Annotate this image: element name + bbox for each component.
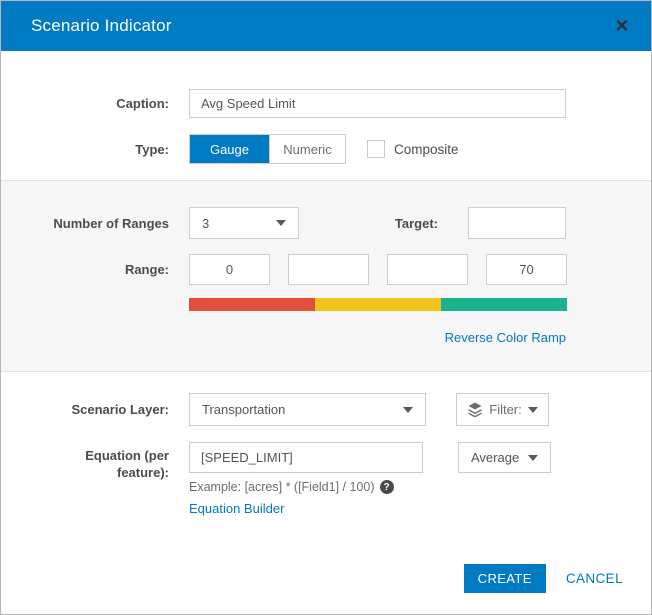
number-of-ranges-label: Number of Ranges: [1, 215, 179, 232]
filter-button[interactable]: Filter:: [456, 393, 549, 426]
help-icon[interactable]: ?: [380, 480, 394, 494]
create-button[interactable]: CREATE: [464, 564, 546, 593]
caption-label: Caption:: [1, 95, 179, 112]
equation-builder-link[interactable]: Equation Builder: [189, 501, 284, 516]
chevron-down-icon: [528, 455, 538, 461]
type-toggle: Gauge Numeric: [189, 134, 346, 164]
equation-row: Equation (per feature): Example: [acres]…: [1, 442, 651, 518]
number-of-ranges-value: 3: [202, 216, 209, 231]
scenario-layer-row: Scenario Layer: Transportation Filter:: [1, 393, 651, 426]
target-label: Target:: [299, 216, 438, 231]
cancel-button[interactable]: CANCEL: [566, 571, 623, 586]
range-input-1[interactable]: [189, 254, 270, 285]
ranges-panel: Number of Ranges 3 Target: Range:: [1, 180, 651, 372]
close-icon[interactable]: ✕: [615, 18, 629, 35]
chevron-down-icon: [528, 407, 538, 413]
number-of-ranges-dropdown[interactable]: 3: [189, 207, 299, 239]
composite-label: Composite: [394, 142, 459, 157]
chevron-down-icon: [403, 407, 413, 413]
range-input-4[interactable]: [486, 254, 567, 285]
scenario-layer-label: Scenario Layer:: [1, 401, 179, 418]
type-label: Type:: [1, 141, 179, 158]
equation-column: Example: [acres] * ([Field1] / 100) ? Eq…: [189, 442, 423, 518]
number-of-ranges-row: Number of Ranges 3 Target:: [1, 207, 651, 239]
type-row: Type: Gauge Numeric Composite: [1, 134, 651, 164]
caption-input[interactable]: [189, 89, 566, 118]
range-input-2[interactable]: [288, 254, 369, 285]
type-option-gauge[interactable]: Gauge: [190, 135, 269, 163]
dialog-body: Caption: Type: Gauge Numeric Composite N…: [1, 51, 651, 518]
aggregation-dropdown[interactable]: Average: [458, 442, 551, 473]
range-label: Range:: [1, 261, 179, 278]
equation-input[interactable]: [189, 442, 423, 473]
scenario-indicator-dialog: Scenario Indicator ✕ Caption: Type: Gaug…: [0, 0, 652, 615]
color-ramp-segment-red: [189, 298, 315, 311]
scenario-layer-dropdown[interactable]: Transportation: [189, 393, 426, 426]
layers-icon: [467, 402, 483, 417]
type-option-numeric[interactable]: Numeric: [269, 135, 345, 163]
dialog-header: Scenario Indicator ✕: [1, 1, 651, 51]
equation-label: Equation (per feature):: [1, 442, 179, 481]
caption-row: Caption:: [1, 89, 651, 118]
color-ramp-segment-yellow: [315, 298, 441, 311]
color-ramp[interactable]: [189, 298, 567, 311]
dialog-title: Scenario Indicator: [1, 16, 172, 36]
color-ramp-segment-green: [441, 298, 567, 311]
equation-example: Example: [acres] * ([Field1] / 100) ?: [189, 480, 423, 494]
reverse-color-ramp-link[interactable]: Reverse Color Ramp: [445, 330, 566, 345]
dialog-footer: CREATE CANCEL: [464, 564, 623, 593]
filter-button-label: Filter:: [489, 402, 522, 417]
chevron-down-icon: [276, 220, 286, 226]
range-row: Range:: [1, 254, 651, 285]
composite-checkbox[interactable]: [367, 140, 385, 158]
range-input-3[interactable]: [387, 254, 468, 285]
aggregation-value: Average: [471, 450, 519, 465]
equation-builder-row: Equation Builder: [189, 500, 423, 518]
scenario-layer-value: Transportation: [202, 402, 285, 417]
target-input[interactable]: [468, 207, 566, 239]
reverse-color-ramp-row: Reverse Color Ramp: [1, 329, 651, 347]
